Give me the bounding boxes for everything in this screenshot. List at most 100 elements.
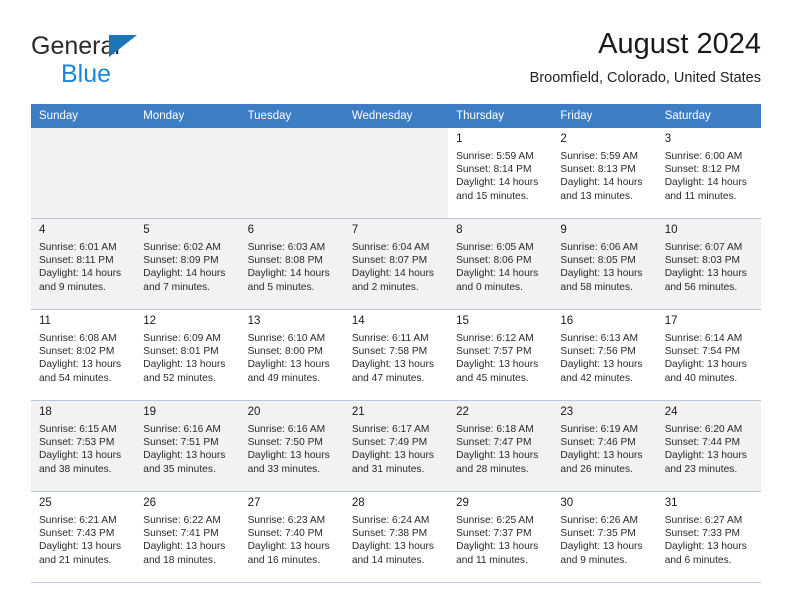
day-cell[interactable]: 8 Sunrise: 6:05 AM Sunset: 8:06 PM Daylight… bbox=[448, 219, 553, 309]
sunrise-text: Sunrise: 6:09 AM bbox=[143, 333, 221, 344]
day-cell[interactable]: 6 Sunrise: 6:03 AM Sunset: 8:08 PM Daylight… bbox=[239, 219, 344, 309]
general-blue-logo[interactable]: General Blue bbox=[31, 34, 291, 90]
day-cell[interactable]: 15 Sunrise: 6:12 AM Sunset: 7:57 PM Dayligh… bbox=[448, 310, 553, 400]
day-cell[interactable]: 18 Sunrise: 6:15 AM Sunset: 7:53 PM Dayligh… bbox=[31, 401, 136, 491]
day-cell[interactable]: 7 Sunrise: 6:04 AM Sunset: 8:07 PM Daylight… bbox=[343, 219, 449, 309]
sunrise-text: Sunrise: 5:59 AM bbox=[456, 151, 534, 162]
sunrise-text: Sunrise: 6:11 AM bbox=[351, 333, 429, 344]
daylight-text: Daylight: 13 hours and 26 minutes. bbox=[560, 450, 643, 475]
calendar-cell-day[interactable]: 25 Sunrise: 6:21 AM Sunset: 7:43 PM Dayligh… bbox=[31, 491, 136, 583]
day-number: 1 bbox=[456, 133, 463, 145]
day-number: 22 bbox=[456, 406, 469, 418]
calendar-cell-day[interactable]: 8 Sunrise: 6:05 AM Sunset: 8:06 PM Daylight… bbox=[448, 218, 553, 310]
day-number: 19 bbox=[143, 406, 157, 418]
calendar-cell-day[interactable]: 21 Sunrise: 6:17 AM Sunset: 7:49 PM Dayligh… bbox=[343, 400, 449, 492]
sunset-text: Sunset: 7:46 PM bbox=[560, 437, 636, 449]
day-cell[interactable]: 9 Sunrise: 6:06 AM Sunset: 8:05 PM Daylight… bbox=[552, 219, 657, 309]
day-cell[interactable]: 11 Sunrise: 6:08 AM Sunset: 8:02 PM Dayligh… bbox=[31, 310, 136, 400]
sunrise-text: Sunrise: 6:22 AM bbox=[143, 515, 221, 526]
day-cell[interactable]: 1 Sunrise: 5:59 AM Sunset: 8:14 PM Daylight… bbox=[448, 128, 553, 218]
sunset-text: Sunset: 8:14 PM bbox=[456, 164, 532, 176]
daylight-text: Daylight: 13 hours and 18 minutes. bbox=[143, 541, 226, 566]
daylight-text: Daylight: 13 hours and 14 minutes. bbox=[351, 541, 434, 566]
calendar-cell-day[interactable]: 27 Sunrise: 6:23 AM Sunset: 7:40 PM Dayligh… bbox=[239, 491, 344, 583]
sunset-text: Sunset: 7:40 PM bbox=[247, 528, 323, 540]
day-cell[interactable]: 20 Sunrise: 6:16 AM Sunset: 7:50 PM Dayligh… bbox=[239, 401, 344, 491]
day-cell[interactable]: 31 Sunrise: 6:27 AM Sunset: 7:33 PM Dayligh… bbox=[656, 492, 761, 582]
daylight-text: Daylight: 13 hours and 45 minutes. bbox=[456, 359, 539, 384]
calendar-cell-day[interactable]: 19 Sunrise: 6:16 AM Sunset: 7:51 PM Dayligh… bbox=[135, 400, 240, 492]
day-cell[interactable]: 21 Sunrise: 6:17 AM Sunset: 7:49 PM Dayligh… bbox=[343, 401, 449, 491]
day-cell[interactable]: 24 Sunrise: 6:20 AM Sunset: 7:44 PM Dayligh… bbox=[656, 401, 761, 491]
calendar-cell-day[interactable]: 1 Sunrise: 5:59 AM Sunset: 8:14 PM Daylight… bbox=[448, 128, 553, 219]
day-cell[interactable]: 25 Sunrise: 6:21 AM Sunset: 7:43 PM Dayligh… bbox=[31, 492, 136, 582]
daylight-text: Daylight: 14 hours and 2 minutes. bbox=[351, 268, 434, 293]
calendar-cell-day[interactable]: 20 Sunrise: 6:16 AM Sunset: 7:50 PM Dayligh… bbox=[239, 400, 344, 492]
daylight-text: Daylight: 13 hours and 52 minutes. bbox=[143, 359, 226, 384]
daylight-text: Daylight: 13 hours and 9 minutes. bbox=[560, 541, 643, 566]
calendar-cell-day[interactable]: 9 Sunrise: 6:06 AM Sunset: 8:05 PM Daylight… bbox=[552, 218, 657, 310]
calendar-cell-day[interactable]: 22 Sunrise: 6:18 AM Sunset: 7:47 PM Dayligh… bbox=[448, 400, 553, 492]
calendar-cell-day[interactable]: 13 Sunrise: 6:10 AM Sunset: 8:00 PM Dayligh… bbox=[239, 309, 344, 401]
day-cell[interactable]: 30 Sunrise: 6:26 AM Sunset: 7:35 PM Dayligh… bbox=[552, 492, 657, 582]
day-cell[interactable]: 27 Sunrise: 6:23 AM Sunset: 7:40 PM Dayligh… bbox=[239, 492, 344, 582]
calendar-cell-day[interactable]: 28 Sunrise: 6:24 AM Sunset: 7:38 PM Dayligh… bbox=[343, 491, 449, 583]
sunrise-text: Sunrise: 6:03 AM bbox=[247, 242, 326, 253]
day-cell[interactable]: 29 Sunrise: 6:25 AM Sunset: 7:37 PM Dayligh… bbox=[448, 492, 553, 582]
calendar-cell-day[interactable]: 17 Sunrise: 6:14 AM Sunset: 7:54 PM Dayligh… bbox=[656, 309, 761, 401]
day-number: 4 bbox=[39, 224, 46, 236]
calendar-cell-day[interactable]: 23 Sunrise: 6:19 AM Sunset: 7:46 PM Dayligh… bbox=[552, 400, 657, 492]
day-cell[interactable]: 4 Sunrise: 6:01 AM Sunset: 8:11 PM Daylight… bbox=[31, 219, 136, 309]
sunrise-sunset-calendar: Sunday Monday Tuesday Wednesday Thursday… bbox=[31, 104, 761, 583]
daylight-text: Daylight: 14 hours and 15 minutes. bbox=[456, 177, 539, 202]
sunset-text: Sunset: 7:43 PM bbox=[39, 528, 115, 540]
day-cell[interactable]: 16 Sunrise: 6:13 AM Sunset: 7:56 PM Dayligh… bbox=[552, 310, 657, 400]
calendar-cell-day[interactable]: 16 Sunrise: 6:13 AM Sunset: 7:56 PM Dayligh… bbox=[552, 309, 657, 401]
daylight-text: Daylight: 14 hours and 7 minutes. bbox=[143, 268, 226, 293]
day-cell[interactable]: 2 Sunrise: 5:59 AM Sunset: 8:13 PM Daylight… bbox=[552, 128, 657, 218]
calendar-cell-day[interactable]: 30 Sunrise: 6:26 AM Sunset: 7:35 PM Dayligh… bbox=[552, 491, 657, 583]
calendar-cell-day[interactable]: 26 Sunrise: 6:22 AM Sunset: 7:41 PM Dayligh… bbox=[135, 491, 240, 583]
calendar-cell-day[interactable]: 4 Sunrise: 6:01 AM Sunset: 8:11 PM Daylight… bbox=[31, 218, 136, 310]
day-cell[interactable]: 13 Sunrise: 6:10 AM Sunset: 8:00 PM Dayligh… bbox=[239, 310, 344, 400]
sunset-text: Sunset: 7:33 PM bbox=[664, 528, 741, 540]
day-cell[interactable]: 22 Sunrise: 6:18 AM Sunset: 7:47 PM Dayligh… bbox=[448, 401, 553, 491]
day-cell[interactable]: 14 Sunrise: 6:11 AM Sunset: 7:58 PM Dayligh… bbox=[343, 310, 449, 400]
calendar-cell-day[interactable]: 10 Sunrise: 6:07 AM Sunset: 8:03 PM Dayligh… bbox=[656, 218, 761, 310]
calendar-cell-day[interactable]: 29 Sunrise: 6:25 AM Sunset: 7:37 PM Dayligh… bbox=[448, 491, 553, 583]
day-cell[interactable]: 3 Sunrise: 6:00 AM Sunset: 8:12 PM Daylight… bbox=[656, 128, 761, 218]
day-cell[interactable]: 23 Sunrise: 6:19 AM Sunset: 7:46 PM Dayligh… bbox=[552, 401, 657, 491]
calendar-cell-day[interactable]: 3 Sunrise: 6:00 AM Sunset: 8:12 PM Daylight… bbox=[656, 128, 761, 219]
calendar-week-row: 18 Sunrise: 6:15 AM Sunset: 7:53 PM Dayligh… bbox=[31, 400, 761, 492]
day-cell[interactable]: 19 Sunrise: 6:16 AM Sunset: 7:51 PM Dayligh… bbox=[135, 401, 240, 491]
sunset-text: Sunset: 8:00 PM bbox=[247, 346, 323, 358]
day-number: 29 bbox=[456, 497, 469, 509]
calendar-cell-day[interactable]: 18 Sunrise: 6:15 AM Sunset: 7:53 PM Dayligh… bbox=[31, 400, 136, 492]
day-cell[interactable]: 17 Sunrise: 6:14 AM Sunset: 7:54 PM Dayligh… bbox=[656, 310, 761, 400]
sunrise-text: Sunrise: 6:12 AM bbox=[456, 333, 534, 344]
calendar-cell-day[interactable]: 5 Sunrise: 6:02 AM Sunset: 8:09 PM Daylight… bbox=[135, 218, 240, 310]
calendar-cell-day[interactable]: 31 Sunrise: 6:27 AM Sunset: 7:33 PM Dayligh… bbox=[656, 491, 761, 583]
calendar-cell-day[interactable]: 11 Sunrise: 6:08 AM Sunset: 8:02 PM Dayligh… bbox=[31, 309, 136, 401]
sunrise-text: Sunrise: 6:04 AM bbox=[351, 242, 430, 253]
calendar-cell-day[interactable]: 6 Sunrise: 6:03 AM Sunset: 8:08 PM Daylight… bbox=[239, 218, 344, 310]
day-cell[interactable]: 5 Sunrise: 6:02 AM Sunset: 8:09 PM Daylight… bbox=[135, 219, 240, 309]
sunrise-text: Sunrise: 5:59 AM bbox=[560, 151, 638, 162]
day-cell[interactable]: 10 Sunrise: 6:07 AM Sunset: 8:03 PM Dayligh… bbox=[656, 219, 761, 309]
sunset-text: Sunset: 7:47 PM bbox=[456, 437, 532, 449]
calendar-cell-day[interactable]: 15 Sunrise: 6:12 AM Sunset: 7:57 PM Dayligh… bbox=[448, 309, 553, 401]
page-title: August 2024 bbox=[598, 28, 761, 60]
daylight-text: Daylight: 13 hours and 33 minutes. bbox=[247, 450, 330, 475]
day-cell[interactable]: 28 Sunrise: 6:24 AM Sunset: 7:38 PM Dayligh… bbox=[343, 492, 449, 582]
calendar-cell-day[interactable]: 7 Sunrise: 6:04 AM Sunset: 8:07 PM Daylight… bbox=[343, 218, 449, 310]
calendar-cell-day[interactable]: 12 Sunrise: 6:09 AM Sunset: 8:01 PM Dayligh… bbox=[135, 309, 240, 401]
sunset-text: Sunset: 7:58 PM bbox=[351, 346, 428, 358]
sunset-text: Sunset: 7:44 PM bbox=[664, 437, 741, 449]
day-number: 3 bbox=[664, 133, 672, 145]
calendar-cell-day[interactable]: 14 Sunrise: 6:11 AM Sunset: 7:58 PM Dayligh… bbox=[343, 309, 449, 401]
day-cell[interactable]: 12 Sunrise: 6:09 AM Sunset: 8:01 PM Dayligh… bbox=[135, 310, 240, 400]
calendar-cell-day[interactable]: 24 Sunrise: 6:20 AM Sunset: 7:44 PM Dayligh… bbox=[656, 400, 761, 492]
calendar-cell-day[interactable]: 2 Sunrise: 5:59 AM Sunset: 8:13 PM Daylight… bbox=[552, 128, 657, 219]
day-cell[interactable]: 26 Sunrise: 6:22 AM Sunset: 7:41 PM Dayligh… bbox=[135, 492, 240, 582]
day-number: 16 bbox=[560, 315, 574, 327]
